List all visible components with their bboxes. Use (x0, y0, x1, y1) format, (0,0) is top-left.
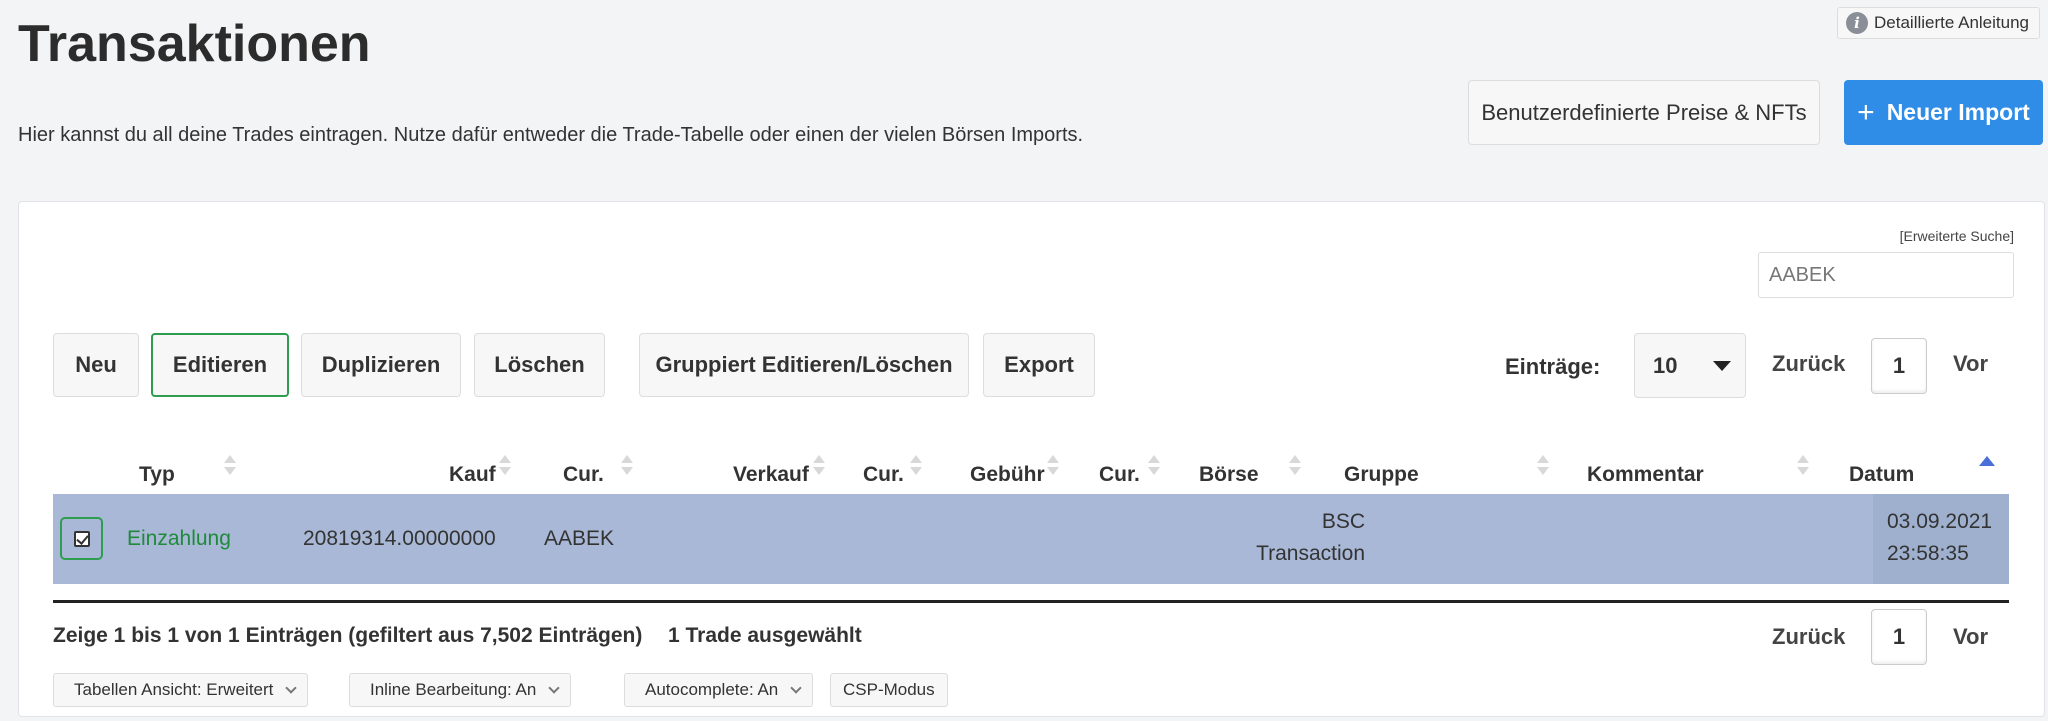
chevron-down-icon (548, 681, 561, 694)
info-icon: i (1846, 12, 1869, 34)
sort-icon (1047, 455, 1059, 477)
column-header-sell-currency[interactable]: Cur. (863, 463, 904, 487)
table-view-toggle[interactable]: Tabellen Ansicht: Erweitert (53, 673, 309, 707)
next-page-button-bottom[interactable]: Vor (1953, 624, 1988, 650)
column-header-group[interactable]: Gruppe (1344, 463, 1419, 487)
new-import-label: Neuer Import (1886, 99, 2030, 125)
sort-icon (224, 455, 236, 477)
table-row[interactable]: Einzahlung 20819314.00000000 AABEK BSC T… (53, 494, 2009, 584)
cell-type: Einzahlung (127, 527, 231, 550)
duplicate-button[interactable]: Duplizieren (301, 333, 461, 397)
prev-page-button-bottom[interactable]: Zurück (1772, 624, 1845, 650)
page-title: Transaktionen (18, 15, 371, 73)
chevron-down-icon (285, 681, 298, 694)
csp-mode-label: CSP-Modus (843, 680, 935, 699)
delete-button[interactable]: Löschen (474, 333, 605, 397)
checked-checkbox-icon (73, 530, 90, 547)
sort-icon (1148, 455, 1160, 477)
inline-edit-toggle[interactable]: Inline Bearbeitung: An (349, 673, 572, 707)
entries-value: 10 (1653, 352, 1678, 378)
plus-icon: + (1857, 95, 1875, 129)
page-number-button-bottom[interactable]: 1 (1871, 609, 1927, 665)
entries-select[interactable]: 10 (1634, 333, 1746, 398)
page-number-button[interactable]: 1 (1871, 338, 1927, 394)
sort-icon (621, 455, 633, 477)
cell-buy-currency: AABEK (544, 527, 615, 550)
new-button[interactable]: Neu (53, 333, 139, 397)
help-link-label: Detaillierte Anleitung (1874, 13, 2029, 32)
page-subtitle: Hier kannst du all deine Trades eintrage… (18, 124, 1084, 146)
cell-time: 23:58:35 (1887, 542, 1969, 565)
edit-button[interactable]: Editieren (151, 333, 289, 397)
search-input[interactable]: AABEK (1758, 252, 2014, 298)
column-header-fee[interactable]: Gebühr (970, 463, 1045, 487)
column-header-type[interactable]: Typ (139, 463, 175, 487)
sort-ascending-icon (1979, 456, 1995, 466)
next-page-button[interactable]: Vor (1953, 351, 1988, 377)
group-edit-button[interactable]: Gruppiert Editieren/Löschen (639, 333, 969, 397)
table-info: Zeige 1 bis 1 von 1 Einträgen (gefiltert… (53, 624, 643, 647)
row-checkbox[interactable] (60, 517, 103, 560)
sort-icon (1537, 455, 1549, 477)
entries-label: Einträge: (1505, 354, 1601, 379)
inline-edit-label: Inline Bearbeitung: An (370, 680, 537, 699)
column-header-comment[interactable]: Kommentar (1587, 463, 1704, 487)
column-header-fee-currency[interactable]: Cur. (1099, 463, 1140, 487)
advanced-search-link[interactable]: [Erweiterte Suche] (1900, 228, 2014, 244)
new-import-button[interactable]: + Neuer Import (1844, 80, 2043, 145)
cell-exchange-line1: BSC (1321, 510, 1365, 533)
help-link[interactable]: i Detaillierte Anleitung (1837, 7, 2040, 39)
caret-down-icon (1713, 360, 1731, 371)
autocomplete-toggle[interactable]: Autocomplete: An (624, 673, 814, 707)
column-header-sell[interactable]: Verkauf (733, 463, 809, 487)
prev-page-button[interactable]: Zurück (1772, 351, 1845, 377)
custom-prices-button[interactable]: Benutzerdefinierte Preise & NFTs (1468, 80, 1820, 145)
csp-mode-button[interactable]: CSP-Modus (830, 673, 948, 707)
sort-icon (499, 455, 511, 477)
column-header-date[interactable]: Datum (1849, 463, 1914, 487)
chevron-down-icon (790, 681, 802, 694)
sort-icon (1797, 455, 1809, 477)
sort-icon (910, 455, 922, 477)
sorted-column-background (1873, 494, 2009, 584)
export-button[interactable]: Export (983, 333, 1095, 397)
selection-count: 1 Trade ausgewählt (668, 624, 862, 647)
sort-icon (813, 455, 825, 477)
cell-buy: 20819314.00000000 (303, 527, 496, 550)
sort-icon (1289, 455, 1301, 477)
transactions-panel: [Erweiterte Suche] AABEK Neu Editieren D… (18, 201, 2045, 717)
column-header-exchange[interactable]: Börse (1199, 463, 1259, 487)
cell-date: 03.09.2021 (1887, 510, 1993, 533)
table-view-label: Tabellen Ansicht: Erweitert (74, 680, 274, 699)
table-divider (53, 600, 2009, 603)
column-header-buy-currency[interactable]: Cur. (563, 463, 604, 487)
autocomplete-label: Autocomplete: An (645, 680, 779, 699)
column-header-buy[interactable]: Kauf (449, 463, 496, 487)
cell-exchange-line2: Transaction (1256, 542, 1365, 565)
